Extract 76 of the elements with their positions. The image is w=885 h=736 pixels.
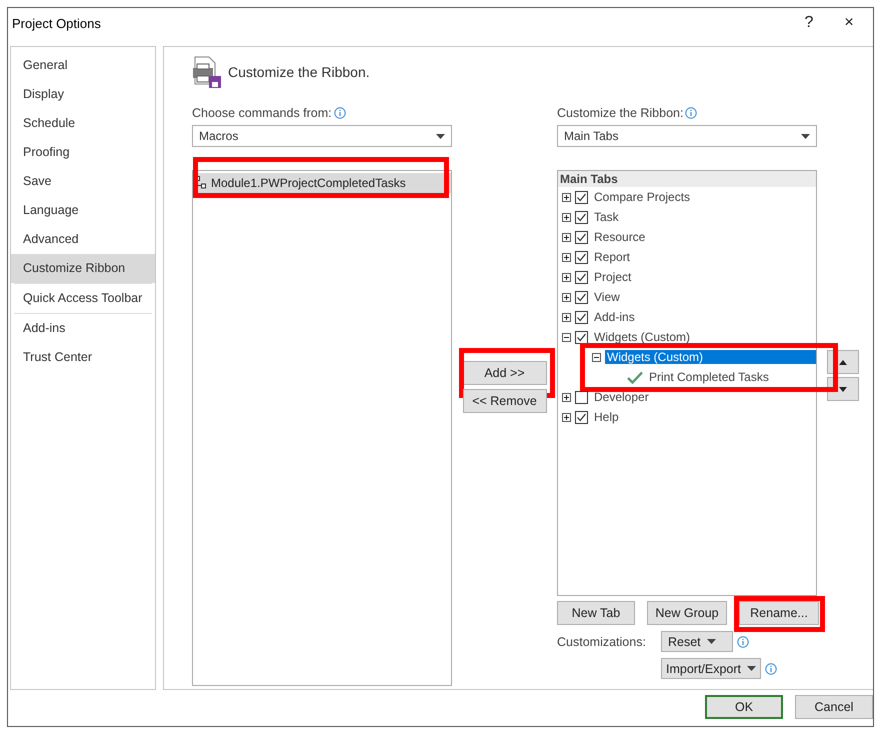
collapse-icon[interactable] (592, 352, 601, 362)
sidebar-item[interactable]: Advanced (11, 225, 155, 254)
tree-item[interactable]: Widgets (Custom) (605, 350, 816, 364)
printer-icon (192, 56, 222, 88)
sidebar-item[interactable]: Save (11, 167, 155, 196)
sidebar-item[interactable]: General (11, 51, 155, 80)
section-title: Customize the Ribbon. (228, 64, 370, 80)
info-icon (765, 662, 778, 674)
sidebar-item[interactable]: Display (11, 80, 155, 109)
caret-icon (801, 134, 810, 138)
tree-item[interactable]: Help (592, 410, 621, 424)
expand-icon[interactable] (562, 392, 571, 402)
expand-icon[interactable] (562, 212, 571, 222)
checkbox[interactable] (575, 210, 588, 224)
checkbox[interactable] (575, 330, 588, 344)
expand-icon[interactable] (562, 252, 571, 262)
checkbox[interactable] (575, 310, 588, 324)
checkbox[interactable] (575, 250, 588, 264)
tree-item[interactable]: Resource (592, 230, 648, 244)
close-button[interactable]: × (829, 14, 869, 32)
sidebar-item[interactable]: Add-ins (11, 314, 155, 343)
ok-button[interactable]: OK (705, 695, 783, 719)
expand-icon[interactable] (562, 312, 571, 322)
import-export-button[interactable]: Import/Export (661, 658, 762, 679)
field-label: Customize the Ribbon: (557, 106, 684, 120)
expand-icon[interactable] (562, 272, 571, 282)
tree-item[interactable]: Add-ins (592, 310, 637, 324)
expand-icon[interactable] (562, 292, 571, 302)
tree-item[interactable]: Project (592, 270, 634, 284)
sidebar-item[interactable]: Quick Access Toolbar (11, 284, 155, 313)
tree-item[interactable]: Print Completed Tasks (647, 370, 771, 384)
tree-heading: Main Tabs (558, 171, 816, 187)
expand-icon[interactable] (562, 412, 571, 422)
checkbox[interactable] (575, 290, 588, 304)
command-button[interactable]: New Tab (557, 601, 635, 625)
info-icon (334, 107, 346, 119)
tree-item[interactable]: Task (592, 210, 621, 224)
command-button[interactable]: Rename... (739, 601, 819, 625)
field-label: Customizations: (557, 634, 647, 648)
sidebar-item[interactable]: Proofing (11, 138, 155, 167)
checkbox[interactable] (575, 390, 588, 404)
tree-item[interactable]: Report (592, 250, 632, 264)
tree-item[interactable]: Developer (592, 390, 651, 404)
info-icon (685, 107, 698, 119)
reset-button[interactable]: Reset (661, 631, 733, 652)
checkbox[interactable] (575, 410, 588, 424)
checkbox[interactable] (575, 190, 588, 204)
sidebar-item[interactable]: Language (11, 196, 155, 225)
checkbox[interactable] (575, 230, 588, 244)
checkbox[interactable] (575, 270, 588, 284)
help-button[interactable]: ? (789, 14, 829, 32)
sidebar-item[interactable]: Trust Center (11, 343, 155, 372)
info-icon (737, 636, 749, 648)
collapse-icon[interactable] (562, 332, 571, 342)
expand-icon[interactable] (562, 232, 571, 242)
sidebar-item[interactable]: Schedule (11, 109, 155, 138)
tree-item[interactable]: Compare Projects (592, 190, 692, 204)
caret-icon (747, 666, 756, 671)
macro-icon (195, 176, 207, 190)
window-title: Project Options (12, 16, 102, 30)
expand-icon[interactable] (562, 192, 571, 202)
caret-icon (436, 134, 445, 138)
sidebar-item[interactable]: Customize Ribbon (11, 254, 155, 283)
tree-item[interactable]: Widgets (Custom) (592, 330, 692, 344)
command-button[interactable]: Add >> (462, 361, 546, 385)
dropdown[interactable]: Main Tabs (557, 125, 817, 147)
tree-item[interactable]: View (592, 290, 622, 304)
up-arrow-icon (839, 360, 847, 364)
command-button[interactable]: New Group (647, 601, 727, 625)
command-button[interactable]: << Remove (462, 389, 546, 413)
caret-icon (706, 639, 716, 644)
cancel-button[interactable]: Cancel (795, 695, 873, 719)
checkmark-icon (627, 370, 643, 384)
dropdown[interactable]: Macros (192, 125, 452, 147)
field-label: Choose commands from: (192, 106, 332, 120)
down-arrow-icon (839, 386, 847, 392)
